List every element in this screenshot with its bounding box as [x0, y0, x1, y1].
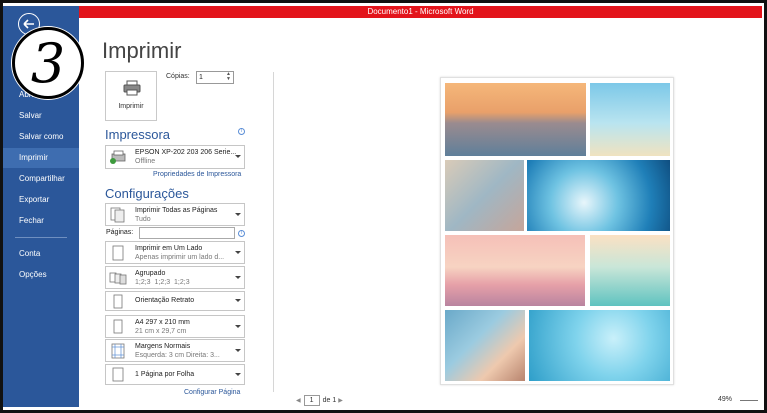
- chevron-down-icon: [235, 299, 241, 302]
- photo-surfer-dive: [590, 235, 670, 306]
- step-number: 3: [30, 32, 66, 95]
- photo-surfer-woman: [590, 83, 670, 156]
- paper-size-dropdown[interactable]: A4 297 x 210 mm 21 cm x 29,7 cm: [105, 315, 245, 338]
- print-range-value: Tudo: [135, 216, 151, 223]
- previous-page-icon[interactable]: ◀: [296, 398, 301, 404]
- copies-label: Cópias:: [166, 73, 190, 80]
- printer-dropdown[interactable]: EPSON XP-202 203 206 Serie... Offline: [105, 145, 245, 169]
- photo-feet-pool: [529, 310, 670, 381]
- sidebar-item-fechar[interactable]: Fechar: [3, 211, 79, 231]
- zoom-level[interactable]: 49%: [718, 396, 732, 403]
- photo-palm-sunset: [445, 235, 585, 306]
- chevron-down-icon: [235, 324, 241, 328]
- info-icon[interactable]: i: [238, 128, 245, 135]
- orientation-dropdown[interactable]: Orientação Retrato: [105, 291, 245, 311]
- page-number-input[interactable]: 1: [303, 395, 320, 406]
- margins-dropdown[interactable]: Margens Normais Esquerda: 3 cm Direita: …: [105, 339, 245, 362]
- print-range-label: Imprimir Todas as Páginas: [135, 207, 218, 214]
- title-bar: Documento1 - Microsoft Word: [79, 6, 762, 18]
- print-preview-page: [440, 77, 674, 385]
- portrait-icon: [113, 294, 123, 309]
- photo-surfer-wave: [527, 160, 670, 231]
- sides-label: Imprimir em Um Lado: [135, 245, 203, 252]
- pages-per-sheet-dropdown[interactable]: 1 Página por Folha: [105, 364, 245, 385]
- print-button-label: Imprimir: [118, 103, 144, 110]
- photo-sunglasses: [445, 310, 525, 381]
- settings-section-title: Configurações: [105, 186, 189, 201]
- copies-input[interactable]: 1 ▲ ▼: [196, 71, 234, 84]
- chevron-down-icon: [235, 372, 241, 376]
- copies-value: 1: [199, 74, 203, 81]
- paper-size-label: A4 297 x 210 mm: [135, 319, 190, 326]
- sidebar-item-imprimir[interactable]: Imprimir: [3, 148, 79, 168]
- page-navigator: ◀ 1 de 1 ▶: [296, 395, 343, 406]
- info-icon[interactable]: i: [238, 230, 245, 237]
- photo-polaroid-collage: [445, 160, 524, 231]
- paper-size-icon: [113, 319, 123, 334]
- sidebar-item-salvar-como[interactable]: Salvar como: [3, 127, 79, 147]
- pages-label: Páginas:: [106, 229, 134, 236]
- photo-sunset-beach: [445, 83, 586, 156]
- printer-section-title: Impressora: [105, 127, 171, 142]
- margins-label: Margens Normais: [135, 343, 191, 350]
- step-number-badge: 3: [12, 27, 84, 99]
- pages-icon: [110, 207, 125, 223]
- page-total: de 1: [322, 397, 337, 404]
- sidebar-item-compartilhar[interactable]: Compartilhar: [3, 169, 79, 189]
- printer-device-icon: [110, 150, 126, 164]
- collate-value: 1;2;3 1;2;3 1;2;3: [135, 279, 190, 286]
- paper-size-value: 21 cm x 29,7 cm: [135, 328, 187, 335]
- sidebar-item-conta[interactable]: Conta: [3, 244, 79, 264]
- zoom-slider[interactable]: [740, 400, 758, 401]
- chevron-down-icon: [235, 348, 241, 352]
- panel-divider: [273, 72, 274, 392]
- printer-properties-link[interactable]: Propriedades de Impressora: [153, 171, 241, 178]
- print-range-dropdown[interactable]: Imprimir Todas as Páginas Tudo: [105, 203, 245, 226]
- page-title: Imprimir: [102, 38, 182, 63]
- margins-value: Esquerda: 3 cm Direita: 3...: [135, 352, 220, 359]
- chevron-down-icon: [235, 250, 241, 254]
- orientation-label: Orientação Retrato: [135, 297, 195, 304]
- printer-status: Offline: [135, 158, 156, 165]
- next-page-icon[interactable]: ▶: [338, 398, 343, 404]
- chevron-down-icon: [235, 212, 241, 216]
- copies-spinner[interactable]: ▲ ▼: [226, 72, 231, 82]
- printer-icon: [123, 80, 141, 96]
- collate-icon: [109, 272, 127, 285]
- chevron-down-icon: [235, 155, 241, 158]
- sides-value: Apenas imprimir um lado d...: [135, 254, 225, 261]
- sidebar-item-salvar[interactable]: Salvar: [3, 106, 79, 126]
- pages-per-sheet-label: 1 Página por Folha: [135, 370, 195, 378]
- pages-per-sheet-icon: [112, 367, 124, 382]
- sidebar-divider: [15, 237, 67, 238]
- collate-dropdown[interactable]: Agrupado 1;2;3 1;2;3 1;2;3: [105, 266, 245, 289]
- sidebar-item-opcoes[interactable]: Opções: [3, 265, 79, 285]
- page-setup-link[interactable]: Configurar Página: [184, 389, 240, 396]
- print-button[interactable]: Imprimir: [105, 71, 157, 121]
- one-side-icon: [112, 245, 124, 261]
- sidebar-item-exportar[interactable]: Exportar: [3, 190, 79, 210]
- window-title: Documento1 - Microsoft Word: [367, 7, 474, 16]
- pages-input[interactable]: [139, 227, 235, 239]
- sides-dropdown[interactable]: Imprimir em Um Lado Apenas imprimir um l…: [105, 241, 245, 264]
- chevron-down-icon: [235, 275, 241, 279]
- margins-icon: [111, 343, 125, 359]
- collate-label: Agrupado: [135, 270, 166, 277]
- printer-name: EPSON XP-202 203 206 Serie...: [135, 149, 237, 156]
